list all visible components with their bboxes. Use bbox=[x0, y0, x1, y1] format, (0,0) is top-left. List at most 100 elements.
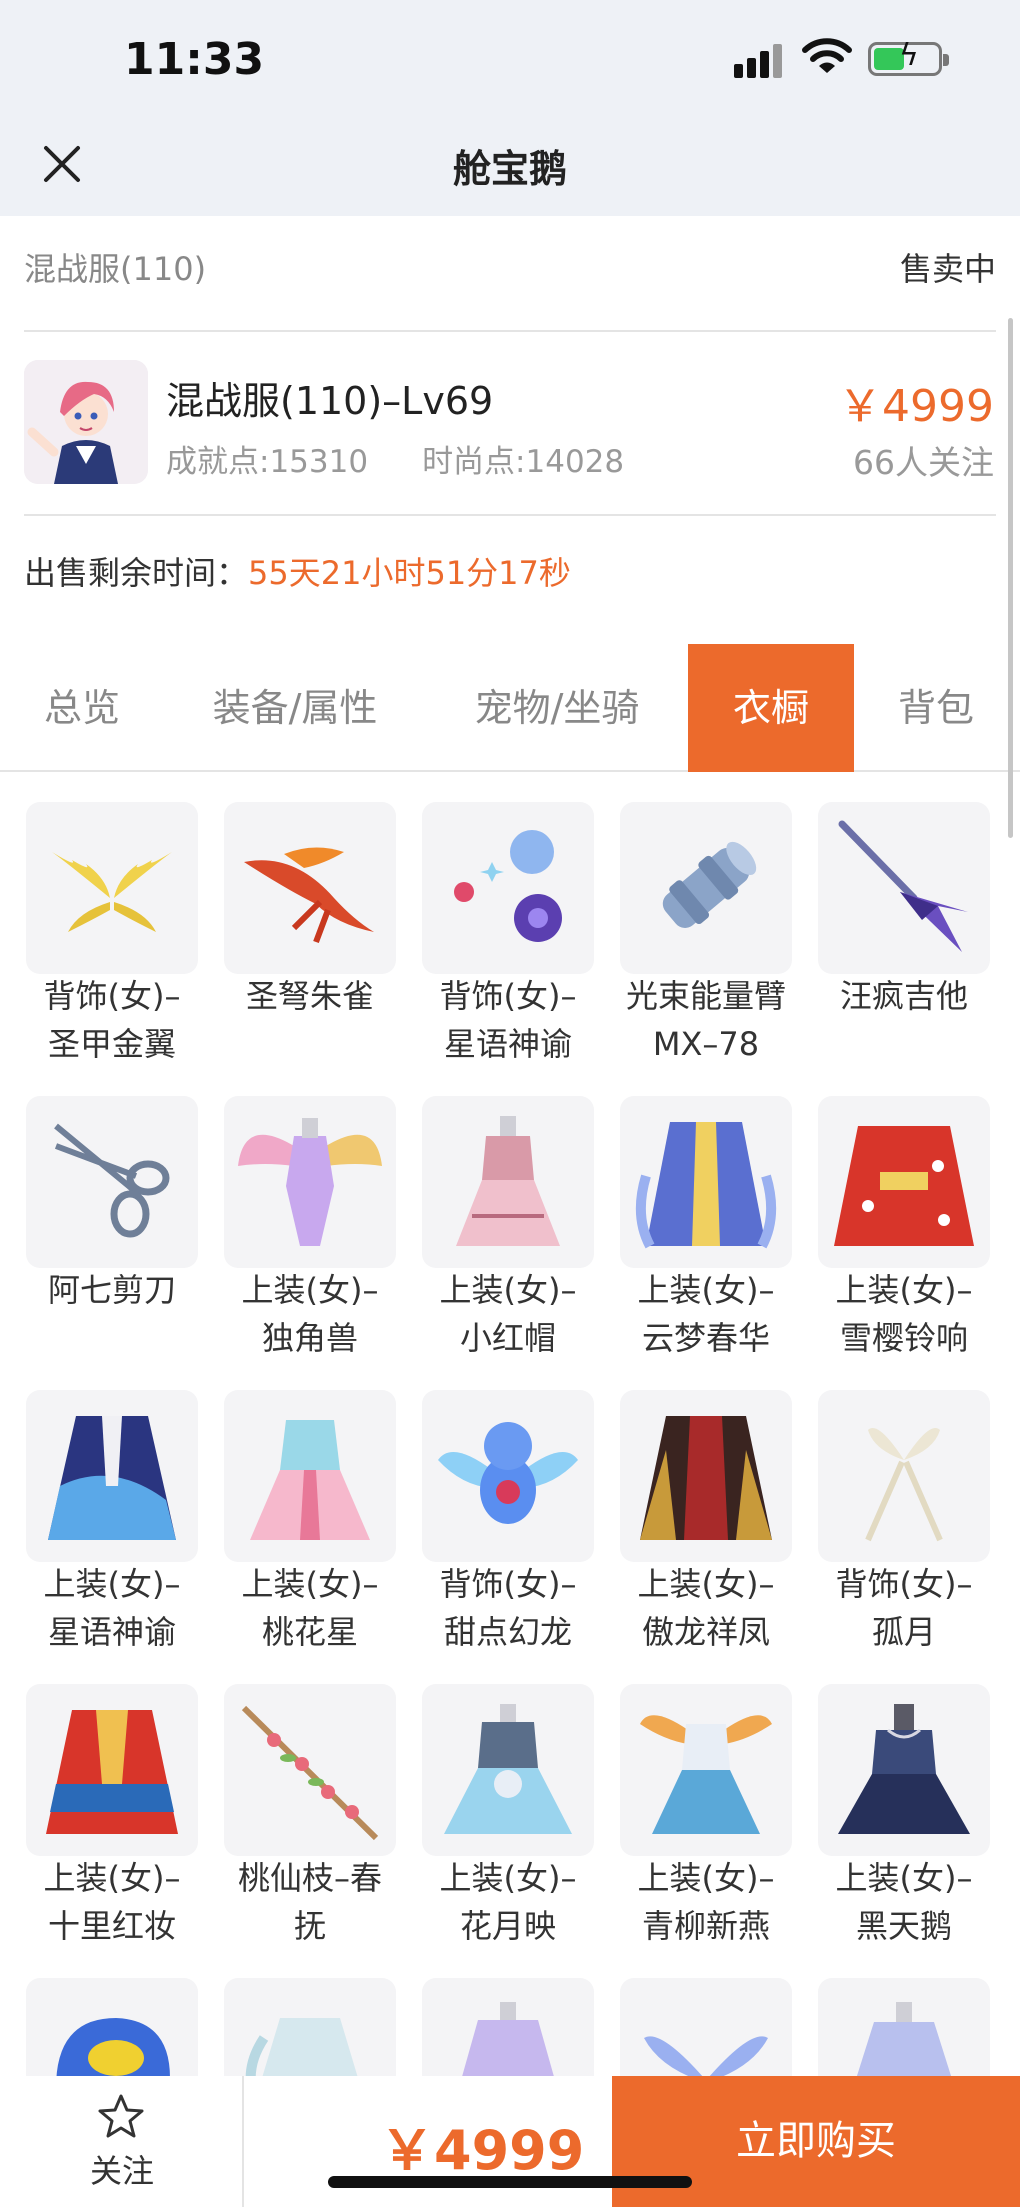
wardrobe-item[interactable]: 上装(女)– 青柳新燕 bbox=[620, 1672, 818, 1962]
wardrobe-item[interactable]: 上装(女)– 雪樱铃响 bbox=[818, 1084, 1016, 1374]
fashion-points: 时尚点:14028 bbox=[422, 444, 625, 480]
item-name-line1: 背饰(女)– bbox=[835, 1565, 973, 1603]
item-stats: 成就点:15310 时尚点:14028 bbox=[166, 436, 624, 481]
beam-cannon-icon bbox=[620, 802, 792, 974]
item-name-line1: 背饰(女)– bbox=[439, 977, 577, 1015]
item-name-line1: 上装(女)– bbox=[43, 1859, 181, 1897]
unicorn-dress-icon bbox=[224, 1096, 396, 1268]
item-price: ￥4999 bbox=[838, 381, 994, 432]
countdown: 55天21小时51分17秒 bbox=[248, 554, 571, 592]
tab-bag[interactable]: 背包 bbox=[880, 644, 992, 772]
gown-icon bbox=[818, 1978, 990, 2080]
wifi-icon bbox=[802, 38, 852, 73]
status-time: 11:33 bbox=[124, 34, 265, 85]
server-row: 混战服(110) 售卖中 bbox=[24, 244, 996, 304]
wardrobe-item[interactable]: 背饰(女)– 星语神谕 bbox=[422, 790, 620, 1080]
item-name-line1: 背饰(女)– bbox=[43, 977, 181, 1015]
wardrobe-item[interactable]: 上装(女)– 小红帽 bbox=[422, 1084, 620, 1374]
item-name-line2: 黑天鹅 bbox=[855, 1907, 952, 1945]
guitar-icon bbox=[818, 802, 990, 974]
signal-icon bbox=[734, 44, 786, 78]
item-name-line2: 甜点幻龙 bbox=[443, 1613, 572, 1651]
tab-overview[interactable]: 总览 bbox=[20, 644, 144, 772]
wardrobe-item[interactable]: 上装(女)– 黑天鹅 bbox=[818, 1672, 1016, 1962]
orbs-icon bbox=[422, 802, 594, 974]
dragon-icon bbox=[422, 1390, 594, 1562]
golden-wings-icon bbox=[26, 802, 198, 974]
item-name-line2: 星语神谕 bbox=[47, 1613, 176, 1651]
item-name-line1: 上装(女)– bbox=[835, 1271, 973, 1309]
wardrobe-item[interactable] bbox=[818, 1966, 1016, 2080]
wardrobe-item[interactable]: 阿七剪刀 bbox=[26, 1084, 224, 1374]
item-title: 混战服(110)–Lv69 bbox=[166, 379, 494, 423]
remaining-time: 出售剩余时间：55天21小时51分17秒 bbox=[24, 548, 571, 594]
flower-dress-icon bbox=[422, 1684, 594, 1856]
item-name-line1: 上装(女)– bbox=[637, 1271, 775, 1309]
wardrobe-item[interactable] bbox=[26, 1966, 224, 2080]
follow-label: 关注 bbox=[89, 2152, 154, 2190]
cap-icon bbox=[26, 1978, 198, 2080]
wardrobe-item[interactable]: 上装(女)– 花月映 bbox=[422, 1672, 620, 1962]
item-name-line1: 上装(女)– bbox=[241, 1565, 379, 1603]
item-name-line1: 上装(女)– bbox=[439, 1271, 577, 1309]
ribbon-icon bbox=[818, 1390, 990, 1562]
wardrobe-item[interactable]: 汪疯吉他 bbox=[818, 790, 1016, 1080]
watchers-count: 66人关注 bbox=[853, 443, 994, 482]
item-name-line2: 孤月 bbox=[871, 1613, 936, 1651]
tab-wardrobe[interactable]: 衣橱 bbox=[688, 644, 854, 772]
scissors-icon bbox=[26, 1096, 198, 1268]
wardrobe-item[interactable]: 背饰(女)– 圣甲金翼 bbox=[26, 790, 224, 1080]
item-name-line2: 独角兽 bbox=[261, 1319, 358, 1357]
item-name-line2: 云梦春华 bbox=[641, 1319, 770, 1357]
item-name-line2: 桃花星 bbox=[261, 1613, 358, 1651]
white-dress-icon bbox=[224, 1978, 396, 2080]
tab-bar: 总览 装备/属性 宠物/坐骑 衣橱 背包 bbox=[0, 644, 1020, 772]
item-name-line2: 花月映 bbox=[459, 1907, 556, 1945]
wardrobe-item[interactable]: 上装(女)– 星语神谕 bbox=[26, 1378, 224, 1668]
blue-robe-icon bbox=[620, 1096, 792, 1268]
follow-button[interactable]: 关注 bbox=[0, 2076, 244, 2207]
wardrobe-item[interactable]: 背饰(女)– 孤月 bbox=[818, 1378, 1016, 1668]
remaining-label: 出售剩余时间： bbox=[24, 554, 249, 592]
battery-icon: ϟ bbox=[868, 41, 949, 76]
star-robe-icon bbox=[26, 1390, 198, 1562]
dark-robe-icon bbox=[620, 1390, 792, 1562]
wardrobe-item[interactable]: 上装(女)– 十里红妆 bbox=[26, 1672, 224, 1962]
divider bbox=[24, 330, 996, 332]
item-name-line2: 青柳新燕 bbox=[641, 1907, 770, 1945]
wardrobe-grid: 背饰(女)– 圣甲金翼 圣弩朱雀 背饰(女)– 星语神谕 光束能量臂 MX–78… bbox=[0, 790, 1020, 2080]
item-name-line2: 星语神谕 bbox=[443, 1025, 572, 1063]
wardrobe-item[interactable]: 背饰(女)– 甜点幻龙 bbox=[422, 1378, 620, 1668]
wardrobe-item[interactable]: 桃仙枝–春抚 bbox=[224, 1672, 422, 1962]
wardrobe-item[interactable]: 光束能量臂 MX–78 bbox=[620, 790, 818, 1080]
wardrobe-item[interactable]: 上装(女)– 云梦春华 bbox=[620, 1084, 818, 1374]
item-name-line1: 上装(女)– bbox=[637, 1565, 775, 1603]
item-name-line2: 抚 bbox=[293, 1907, 326, 1945]
tab-pets[interactable]: 宠物/坐骑 bbox=[446, 644, 668, 772]
wardrobe-item[interactable]: 上装(女)– 独角兽 bbox=[224, 1084, 422, 1374]
item-name-line1: 阿七剪刀 bbox=[47, 1271, 176, 1309]
wardrobe-item[interactable]: 上装(女)– 桃花星 bbox=[224, 1378, 422, 1668]
wardrobe-item[interactable] bbox=[422, 1966, 620, 2080]
scrollbar[interactable] bbox=[1008, 318, 1013, 838]
item-name-line2: 十里红妆 bbox=[47, 1907, 176, 1945]
willow-dress-icon bbox=[620, 1684, 792, 1856]
red-kimono-icon bbox=[818, 1096, 990, 1268]
wardrobe-item[interactable]: 圣弩朱雀 bbox=[224, 790, 422, 1080]
wardrobe-item[interactable] bbox=[224, 1966, 422, 2080]
peach-dress-icon bbox=[224, 1390, 396, 1562]
lavender-dress-icon bbox=[422, 1978, 594, 2080]
top-bar: 11:33 ϟ 舱宝鹅 bbox=[0, 0, 1020, 216]
bridal-robe-icon bbox=[26, 1684, 198, 1856]
wardrobe-item[interactable] bbox=[620, 1966, 818, 2080]
tab-equipment[interactable]: 装备/属性 bbox=[190, 644, 400, 772]
home-indicator bbox=[328, 2176, 692, 2188]
phoenix-crossbow-icon bbox=[224, 802, 396, 974]
item-name-line1: 光束能量臂 bbox=[625, 977, 786, 1015]
wardrobe-item[interactable]: 上装(女)– 傲龙祥凤 bbox=[620, 1378, 818, 1668]
blue-wings-icon bbox=[620, 1978, 792, 2080]
red-hood-dress-icon bbox=[422, 1096, 594, 1268]
server-name: 混战服(110) bbox=[24, 250, 207, 288]
item-name-line2: 圣甲金翼 bbox=[47, 1025, 176, 1063]
item-name-line1: 汪疯吉他 bbox=[839, 977, 968, 1015]
